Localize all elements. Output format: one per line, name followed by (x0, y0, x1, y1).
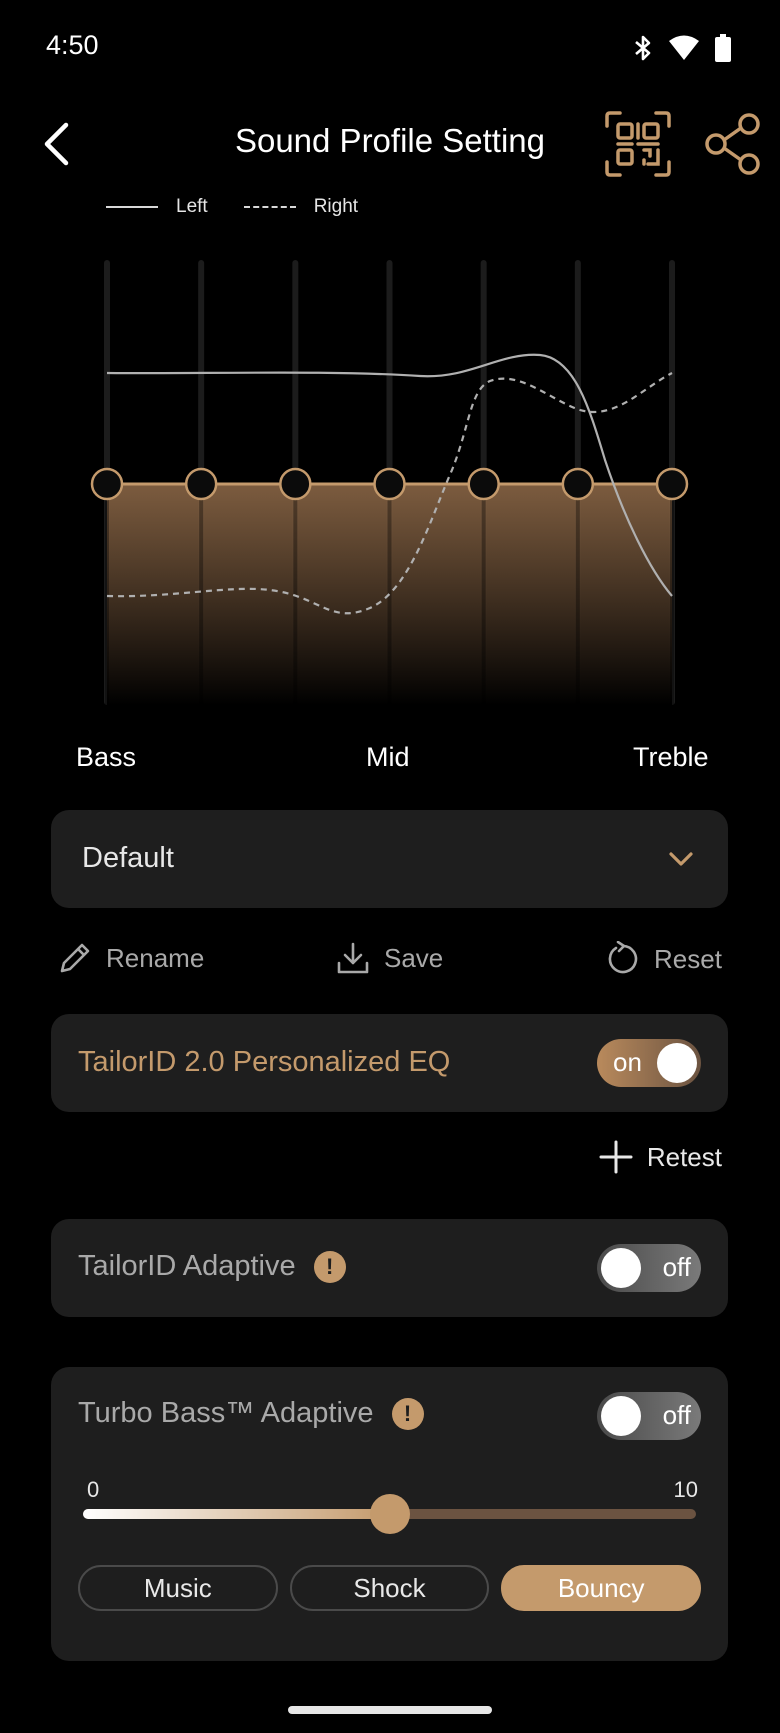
eq-band-handle[interactable] (655, 467, 689, 501)
turbo-bass-slider[interactable] (83, 1494, 696, 1534)
tailorid-adaptive-title: TailorID Adaptive ! (78, 1250, 346, 1283)
battery-icon (715, 34, 731, 62)
retest-label: Retest (646, 1141, 722, 1172)
rename-label: Rename (106, 942, 205, 973)
tailorid-adaptive-card: TailorID Adaptive ! off (51, 1219, 728, 1317)
eq-band-track-overlay (105, 484, 109, 705)
legend-solid-line (106, 206, 158, 208)
toggle-knob (601, 1248, 641, 1288)
qr-code-icon (605, 111, 671, 177)
slider-min-label: 0 (87, 1477, 100, 1502)
status-bar: 4:50 (0, 0, 780, 96)
eq-band-track-overlay (199, 484, 204, 705)
eq-band-handle[interactable] (279, 467, 312, 501)
eq-legend: Left Right (106, 196, 394, 218)
reset-button[interactable]: Reset (606, 941, 722, 977)
header: Sound Profile Setting (0, 96, 780, 192)
eq-band-handle[interactable] (90, 467, 124, 501)
turbo-bass-modes: Music Shock Bouncy (78, 1565, 702, 1611)
turbo-bass-card: Turbo Bass™ Adaptive ! off 0 10 Music Sho… (51, 1367, 728, 1661)
qr-code-button[interactable] (604, 110, 672, 178)
mode-button-bouncy[interactable]: Bouncy (501, 1565, 702, 1611)
preset-actions: Rename Save Reset (0, 935, 780, 985)
eq-band-track-overlay (481, 484, 486, 705)
retest-button[interactable]: Retest (599, 1140, 722, 1174)
home-indicator[interactable] (288, 1706, 492, 1714)
mid-label: Mid (366, 742, 410, 772)
tailorid-eq-toggle[interactable]: on (597, 1039, 701, 1087)
mode-button-shock[interactable]: Shock (289, 1565, 490, 1611)
chevron-down-icon (669, 852, 693, 866)
slider-thumb[interactable] (369, 1494, 410, 1534)
eq-graph[interactable] (0, 240, 780, 720)
eq-band-labels: Bass Mid Treble (0, 742, 780, 782)
plus-icon (599, 1140, 633, 1174)
reset-icon (608, 941, 638, 974)
toggle-state-text: on (613, 1047, 642, 1077)
turbo-bass-label: Turbo Bass™ Adaptive (78, 1397, 374, 1429)
tailorid-eq-label: TailorID 2.0 Personalized EQ (78, 1046, 450, 1079)
eq-band-handle[interactable] (184, 467, 218, 501)
treble-label: Treble (633, 742, 709, 772)
bass-label: Bass (76, 742, 137, 772)
save-button[interactable]: Save (336, 941, 443, 975)
toggle-state-text: off (662, 1400, 691, 1430)
save-label: Save (384, 942, 444, 973)
legend-dashed-line (243, 206, 296, 208)
eq-band-handle[interactable] (561, 467, 595, 501)
eq-band-handle[interactable] (373, 467, 406, 501)
wifi-icon (669, 35, 699, 60)
info-icon[interactable]: ! (313, 1250, 346, 1283)
eq-band-track-overlay (575, 484, 580, 705)
toggle-state-text: off (662, 1252, 691, 1282)
tailorid-eq-label-text: TailorID 2.0 Personalized EQ (78, 1046, 451, 1078)
share-button[interactable] (704, 112, 762, 176)
mode-button-music[interactable]: Music (78, 1565, 278, 1611)
tailorid-adaptive-toggle[interactable]: off (597, 1244, 701, 1292)
legend-right-label: Right (313, 196, 359, 217)
tailorid-eq-card: TailorID 2.0 Personalized EQ on (51, 1014, 728, 1112)
status-time: 4:50 (46, 30, 99, 60)
eq-band-handle[interactable] (467, 467, 500, 501)
info-icon[interactable]: ! (391, 1397, 424, 1430)
tailorid-adaptive-label: TailorID Adaptive (78, 1250, 296, 1282)
preset-dropdown[interactable]: Default (51, 810, 728, 908)
legend-left-label: Left (176, 196, 208, 217)
bluetooth-icon (635, 35, 651, 61)
share-icon (705, 113, 760, 175)
status-icons (632, 34, 732, 62)
rename-button[interactable]: Rename (58, 941, 204, 975)
turbo-bass-title: Turbo Bass™ Adaptive ! (78, 1397, 424, 1430)
slider-max-label: 10 (673, 1477, 698, 1502)
toggle-knob (657, 1043, 697, 1083)
toggle-knob (601, 1396, 641, 1436)
preset-value: Default (82, 842, 174, 874)
pencil-icon (60, 943, 90, 973)
download-icon (337, 942, 369, 974)
slider-fill (83, 1509, 390, 1519)
turbo-bass-toggle[interactable]: off (597, 1392, 701, 1440)
reset-label: Reset (654, 943, 722, 974)
